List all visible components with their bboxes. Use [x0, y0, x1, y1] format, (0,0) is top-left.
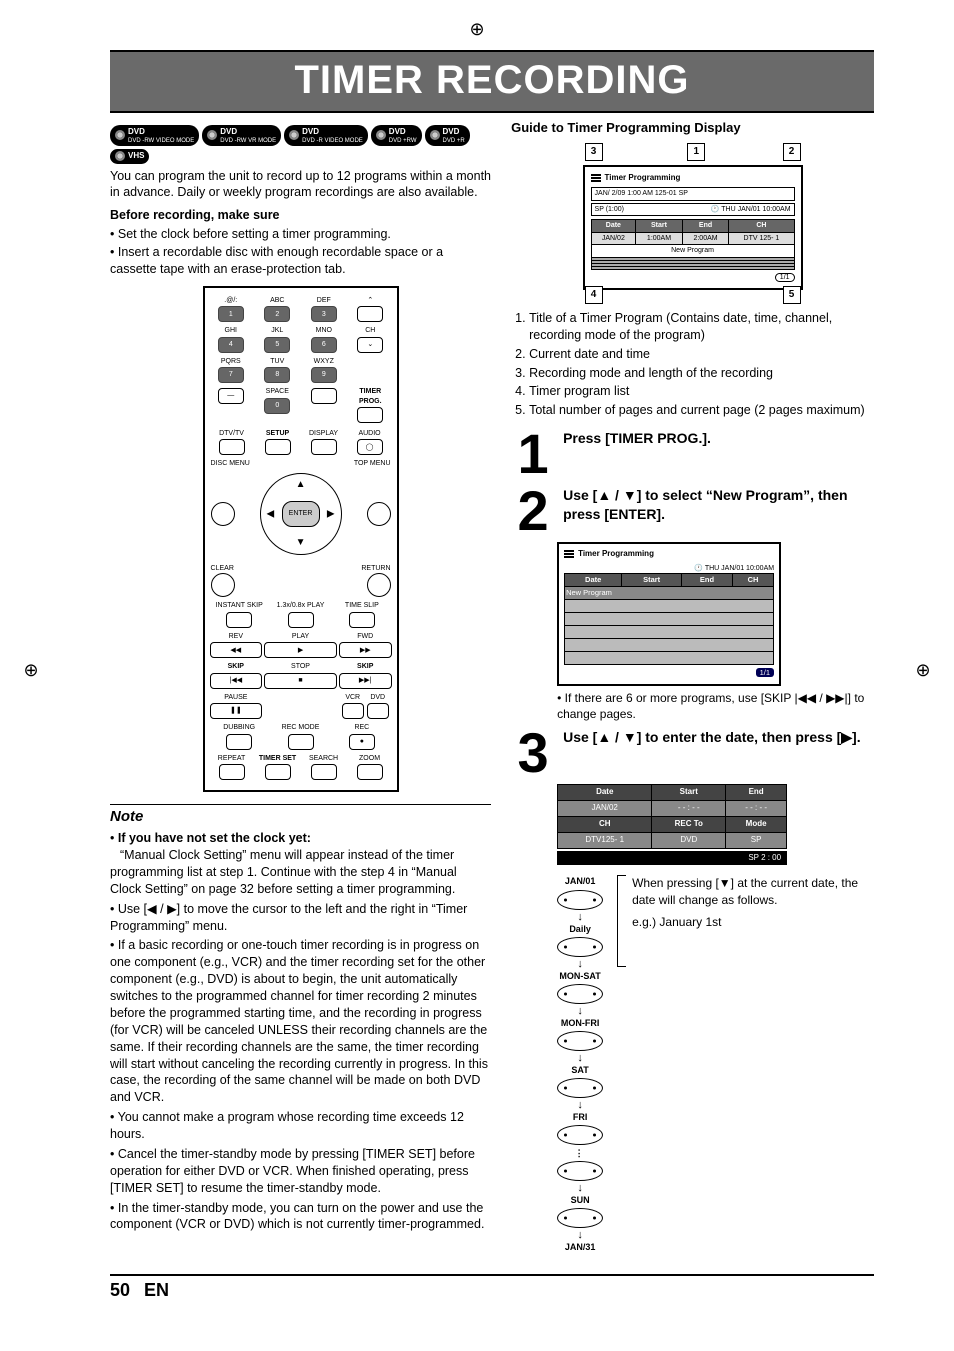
callout: 2 [783, 143, 801, 161]
note-heading: Note [110, 804, 491, 827]
arrow-down-icon: ▼ [296, 536, 306, 550]
guide-item: Total number of pages and current page (… [529, 402, 874, 419]
registration-mark-icon: ⊕ [466, 18, 488, 40]
intro-text: You can program the unit to record up to… [110, 168, 491, 202]
arrow-left-icon: ◀ [267, 507, 275, 521]
guide-heading: Guide to Timer Programming Display [511, 119, 874, 137]
step-1: 1 Press [TIMER PROG.]. [511, 429, 874, 479]
step2-screen: Timer Programming 🕐 THU JAN/01 10:00AM D… [557, 542, 781, 686]
page-title: TIMER RECORDING [110, 50, 874, 113]
ch-up-icon: ⌃ [367, 296, 373, 305]
nav-ring: ▲ ▼ ◀ ▶ ENTER [260, 473, 342, 555]
remote-illustration: .@/:1 ABC2 DEF3 ⌃ GHI4 JKL5 MNO6 CH⌄ PQR… [203, 286, 399, 792]
page-footer: 50 EN [110, 1274, 874, 1301]
guide-list: Title of a Timer Program (Contains date,… [511, 310, 874, 419]
disc-menu-button [211, 502, 235, 526]
top-menu-button [367, 502, 391, 526]
badge-dvd-plus-rw: DVDDVD +RW [371, 125, 422, 146]
callout: 3 [585, 143, 603, 161]
date-flow: JAN/01 ↓ Daily ↓ MON-SAT ↓ MON-FRI ↓ SAT… [557, 875, 874, 1253]
badge-dvd-plus-r: DVDDVD +R [425, 125, 470, 146]
before-item: Set the clock before setting a timer pro… [110, 226, 491, 243]
registration-mark-icon: ⊕ [20, 659, 42, 681]
guide-item: Recording mode and length of the recordi… [529, 365, 874, 382]
step-3: 3 Use [▲ / ▼] to enter the date, then pr… [511, 728, 874, 778]
enter-button: ENTER [282, 501, 320, 527]
callout: 1 [687, 143, 705, 161]
badge-dvd-rw-vr: DVDDVD -RW VR MODE [202, 125, 281, 146]
arrow-right-icon: ▶ [327, 507, 335, 521]
before-item: Insert a recordable disc with enough rec… [110, 244, 491, 278]
badge-dvd-r-video: DVDDVD -R VIDEO MODE [284, 125, 368, 146]
guide-screen: 1 2 3 4 5 Timer Programming JAN/ 2/09 1:… [563, 143, 823, 304]
guide-item: Current date and time [529, 346, 874, 363]
before-list: Set the clock before setting a timer pro… [110, 226, 491, 278]
page-number: 50 [110, 1280, 130, 1301]
callout: 5 [783, 286, 801, 304]
bars-icon [591, 174, 601, 182]
step3-grid: Date Start End JAN/02 - - : - - - - : - … [557, 784, 787, 865]
note-body: If you have not set the clock yet: “Manu… [110, 830, 491, 1233]
registration-mark-icon: ⊕ [912, 659, 934, 681]
badge-vhs: VHS [110, 149, 149, 164]
arrow-up-icon: ▲ [296, 478, 306, 492]
format-badges: DVDDVD -RW VIDEO MODE DVDDVD -RW VR MODE… [110, 125, 491, 164]
badge-dvd-rw-video: DVDDVD -RW VIDEO MODE [110, 125, 199, 146]
callout: 4 [585, 286, 603, 304]
before-heading: Before recording, make sure [110, 207, 491, 224]
page-lang: EN [144, 1280, 169, 1301]
guide-item: Title of a Timer Program (Contains date,… [529, 310, 874, 344]
step-2: 2 Use [▲ / ▼] to select “New Program”, t… [511, 486, 874, 536]
guide-item: Timer program list [529, 383, 874, 400]
step2-note: • If there are 6 or more programs, use [… [557, 690, 874, 722]
